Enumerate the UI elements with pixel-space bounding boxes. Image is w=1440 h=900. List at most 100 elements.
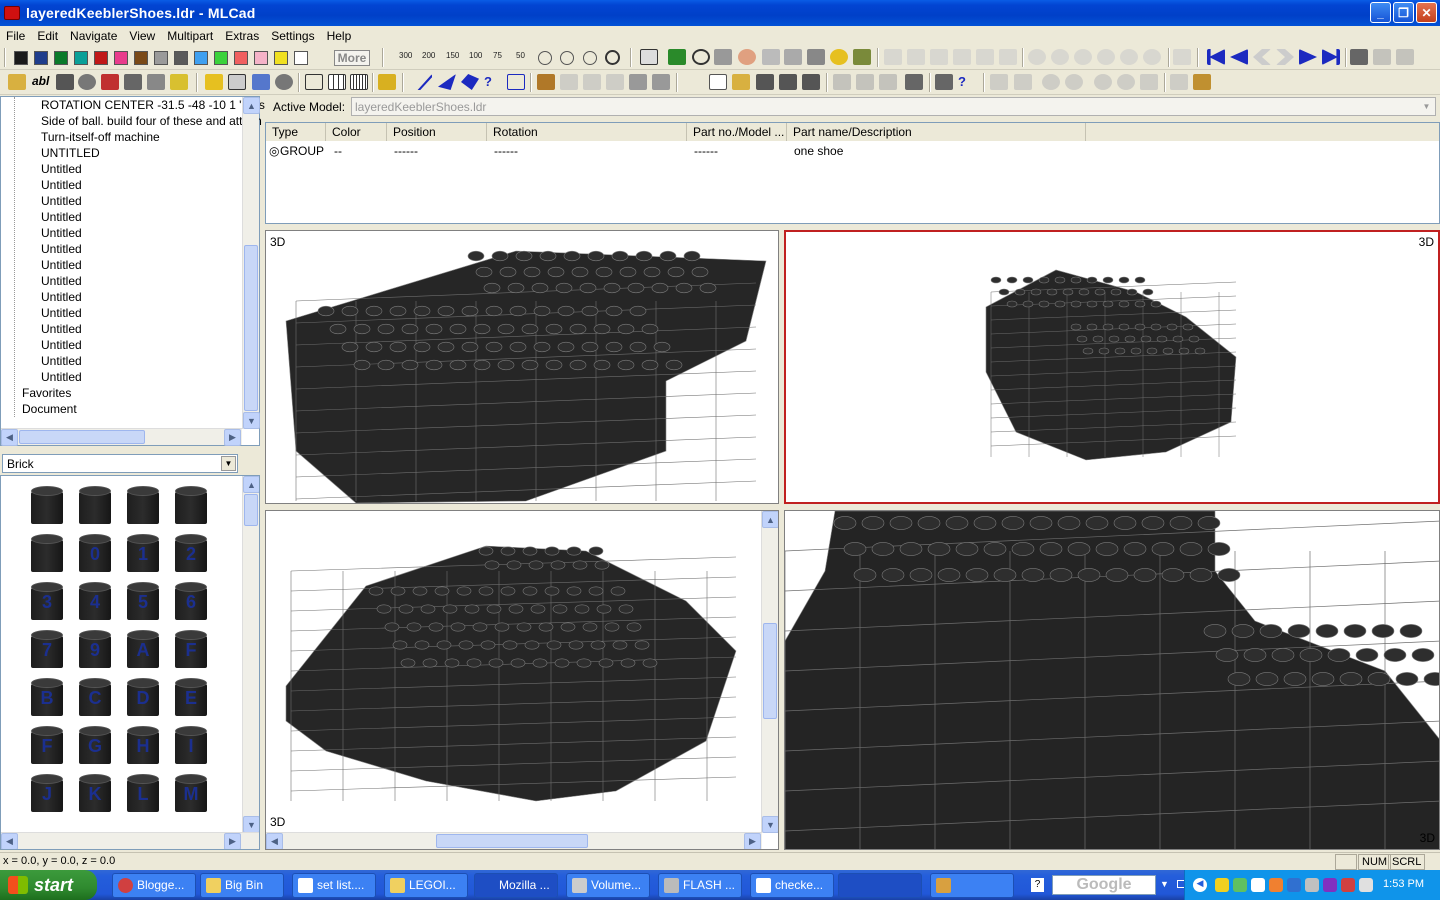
snap-icon[interactable] <box>1042 74 1060 90</box>
step-icon[interactable] <box>56 74 74 90</box>
help-icon[interactable]: ? <box>1031 878 1044 892</box>
menu-file[interactable]: File <box>0 29 31 43</box>
tree-item[interactable]: Untitled <box>41 337 82 353</box>
zoom-300-button[interactable]: 300 <box>399 51 412 60</box>
tree-item[interactable]: Untitled <box>41 273 82 289</box>
buffer-swap-icon[interactable] <box>170 74 188 90</box>
color-swatch[interactable] <box>134 51 148 65</box>
more-colors-button[interactable]: More <box>334 50 370 66</box>
taskbar-item-extra[interactable] <box>930 873 1014 898</box>
tray-icon[interactable] <box>1341 878 1355 892</box>
tree-item[interactable]: Untitled <box>41 257 82 273</box>
light-icon[interactable] <box>1094 74 1112 90</box>
tray-icon[interactable] <box>1305 878 1319 892</box>
fast-forward-icon[interactable] <box>1276 49 1294 65</box>
color-swatch[interactable] <box>54 51 68 65</box>
column-rotation[interactable]: Rotation <box>487 123 687 141</box>
zoom-fit-icon[interactable] <box>583 51 597 65</box>
part-brick-thumbnail[interactable]: F <box>171 628 211 670</box>
menu-view[interactable]: View <box>123 29 161 43</box>
rotate-z-neg-icon[interactable] <box>1143 49 1161 65</box>
tree-item[interactable]: Untitled <box>41 353 82 369</box>
wire-icon[interactable] <box>1140 74 1158 90</box>
rotate-x-icon[interactable] <box>1028 49 1046 65</box>
tree-scroll-thumb[interactable] <box>244 245 258 411</box>
grid-icon[interactable] <box>1173 49 1191 65</box>
zoom-50-button[interactable]: 50 <box>516 51 525 60</box>
move-left-icon[interactable] <box>884 49 902 65</box>
close-button[interactable]: ✕ <box>1416 2 1437 23</box>
viewport-3d-top-left[interactable]: 3D <box>265 230 779 504</box>
part-brick-thumbnail[interactable]: F <box>27 724 67 766</box>
chevron-down-icon[interactable]: ▼ <box>221 456 236 471</box>
color-swatch[interactable] <box>234 51 248 65</box>
goto-icon[interactable] <box>1373 49 1391 65</box>
viewport-horizontal-scrollbar[interactable]: ◀ ▶ <box>266 832 762 849</box>
tree-item[interactable]: Untitled <box>41 321 82 337</box>
grid-fine-icon[interactable] <box>350 74 368 90</box>
column-position[interactable]: Position <box>387 123 487 141</box>
tree-item[interactable]: UNTITLED <box>41 145 100 161</box>
cut-part-icon[interactable] <box>629 74 647 90</box>
open-file-icon[interactable] <box>732 74 750 90</box>
rotate-z-icon[interactable] <box>1074 49 1092 65</box>
flex-icon[interactable] <box>606 74 624 90</box>
tray-icon[interactable] <box>1359 878 1373 892</box>
rotate-x-neg-icon[interactable] <box>1097 49 1115 65</box>
gallery-icon[interactable] <box>762 49 780 65</box>
part-brick-thumbnail[interactable] <box>171 484 211 526</box>
zoom-200-button[interactable]: 200 <box>422 51 435 60</box>
last-step-icon[interactable] <box>1322 49 1340 65</box>
edit-icon[interactable] <box>853 49 871 65</box>
optional-line-icon[interactable]: ? <box>484 74 502 90</box>
tree-item[interactable]: Untitled <box>41 193 82 209</box>
part-brick-thumbnail[interactable]: 1 <box>123 532 163 574</box>
part-brick-thumbnail[interactable]: G <box>75 724 115 766</box>
color-swatch[interactable] <box>154 51 168 65</box>
taskbar-item-big-bin[interactable]: Big Bin <box>200 873 284 898</box>
scroll-right-icon[interactable]: ▶ <box>744 833 761 849</box>
save-as-icon[interactable] <box>779 74 797 90</box>
background-icon[interactable] <box>124 74 142 90</box>
rewind-icon[interactable] <box>1253 49 1271 65</box>
viewport-hscroll-thumb[interactable] <box>436 834 588 848</box>
tree-item[interactable]: Side of ball. build four of these and at… <box>41 113 262 129</box>
tree-item[interactable]: Untitled <box>41 305 82 321</box>
zoom-in-icon[interactable] <box>538 51 552 65</box>
part-brick-thumbnail[interactable]: 6 <box>171 580 211 622</box>
part-brick-thumbnail[interactable] <box>123 484 163 526</box>
comment-icon[interactable] <box>228 74 246 90</box>
triangle-icon[interactable] <box>438 74 456 90</box>
color-swatch[interactable] <box>214 51 228 65</box>
quad-icon[interactable] <box>461 74 479 90</box>
tree-item[interactable]: Untitled <box>41 241 82 257</box>
maximize-button[interactable]: ❐ <box>1393 2 1414 23</box>
part-brick-thumbnail[interactable]: 3 <box>27 580 67 622</box>
meta-icon[interactable] <box>507 74 525 90</box>
scroll-right-icon[interactable]: ▶ <box>224 429 241 446</box>
link-icon[interactable] <box>784 49 802 65</box>
tree-item[interactable]: Untitled <box>41 177 82 193</box>
search-icon[interactable] <box>275 74 293 90</box>
move-up-icon[interactable] <box>930 49 948 65</box>
part-brick-thumbnail[interactable]: 0 <box>75 532 115 574</box>
part-brick-thumbnail[interactable]: E <box>171 676 211 718</box>
taskbar-item-flash[interactable]: FLASH ... <box>658 873 742 898</box>
scroll-up-icon[interactable]: ▲ <box>762 511 778 528</box>
tree-horizontal-scrollbar[interactable]: ◀ ▶ <box>1 428 242 446</box>
minimize-button[interactable]: _ <box>1370 2 1391 23</box>
minifig-icon[interactable] <box>738 49 756 65</box>
color-swatch[interactable] <box>74 51 88 65</box>
color-swatch[interactable] <box>114 51 128 65</box>
scroll-left-icon[interactable]: ◀ <box>1 429 18 446</box>
pan-icon[interactable] <box>714 49 732 65</box>
tray-icon[interactable] <box>1215 878 1229 892</box>
color-swatch[interactable] <box>34 51 48 65</box>
google-search-input[interactable]: Google <box>1052 875 1156 895</box>
zoom-100-button[interactable]: 100 <box>469 51 482 60</box>
move-icon[interactable] <box>252 74 270 90</box>
tray-icon[interactable] <box>1323 878 1337 892</box>
part-brick-thumbnail[interactable]: K <box>75 772 115 814</box>
menu-navigate[interactable]: Navigate <box>64 29 123 43</box>
rotation-step-icon[interactable] <box>78 74 96 90</box>
